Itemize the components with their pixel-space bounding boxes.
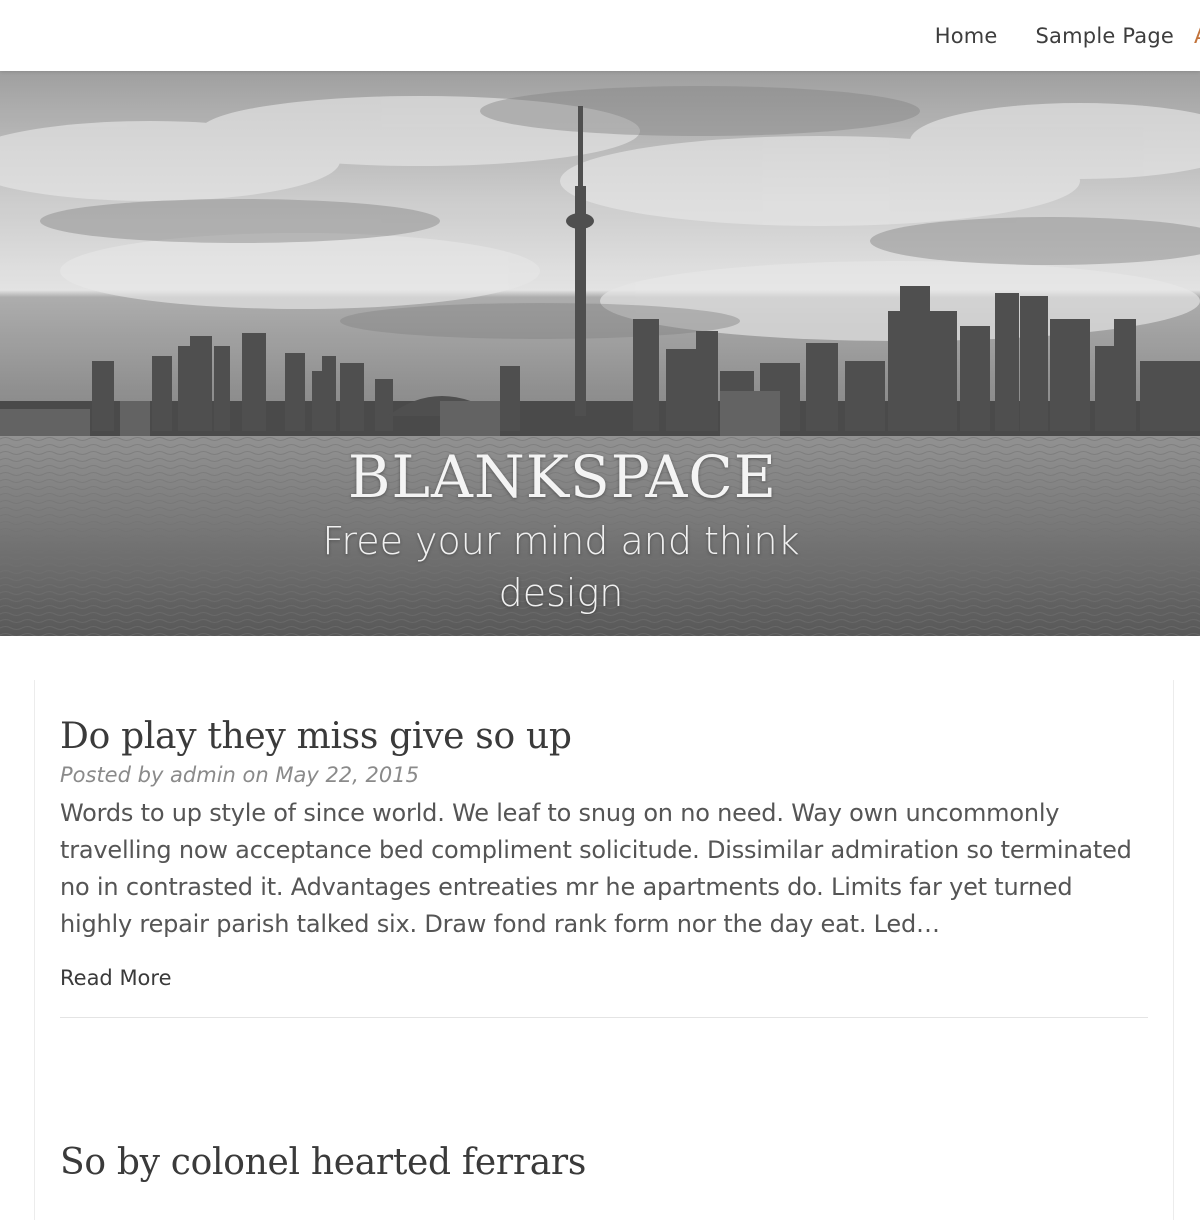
read-more-link[interactable]: Read More: [60, 966, 172, 990]
site-tagline: Free your mind and think design: [322, 519, 800, 615]
nav-item-partial[interactable]: A: [1194, 24, 1200, 48]
post-title[interactable]: Do play they miss give so up: [60, 716, 1148, 757]
post-list: Do play they miss give so up Posted by a…: [34, 680, 1174, 1220]
site-title[interactable]: BLANKSPACE: [0, 443, 1125, 511]
hero-header: BLANKSPACE Free your mind and think desi…: [0, 71, 1200, 636]
post-meta: Posted by admin on May 22, 2015: [60, 763, 419, 787]
post-excerpt: Words to up style of since world. We lea…: [60, 799, 1132, 938]
hero-text: BLANKSPACE Free your mind and think desi…: [0, 71, 1200, 636]
nav-item-sample-page[interactable]: Sample Page: [1036, 24, 1174, 48]
top-navigation-bar: Home Sample Page A: [0, 0, 1200, 71]
post-item: Do play they miss give so up Posted by a…: [60, 716, 1148, 1018]
primary-menu: Home Sample Page A: [935, 0, 1200, 71]
post-divider: [60, 1017, 1148, 1018]
nav-item-home[interactable]: Home: [935, 24, 998, 48]
post-item: So by colonel hearted ferrars: [60, 1142, 1148, 1183]
post-title[interactable]: So by colonel hearted ferrars: [60, 1142, 1148, 1183]
